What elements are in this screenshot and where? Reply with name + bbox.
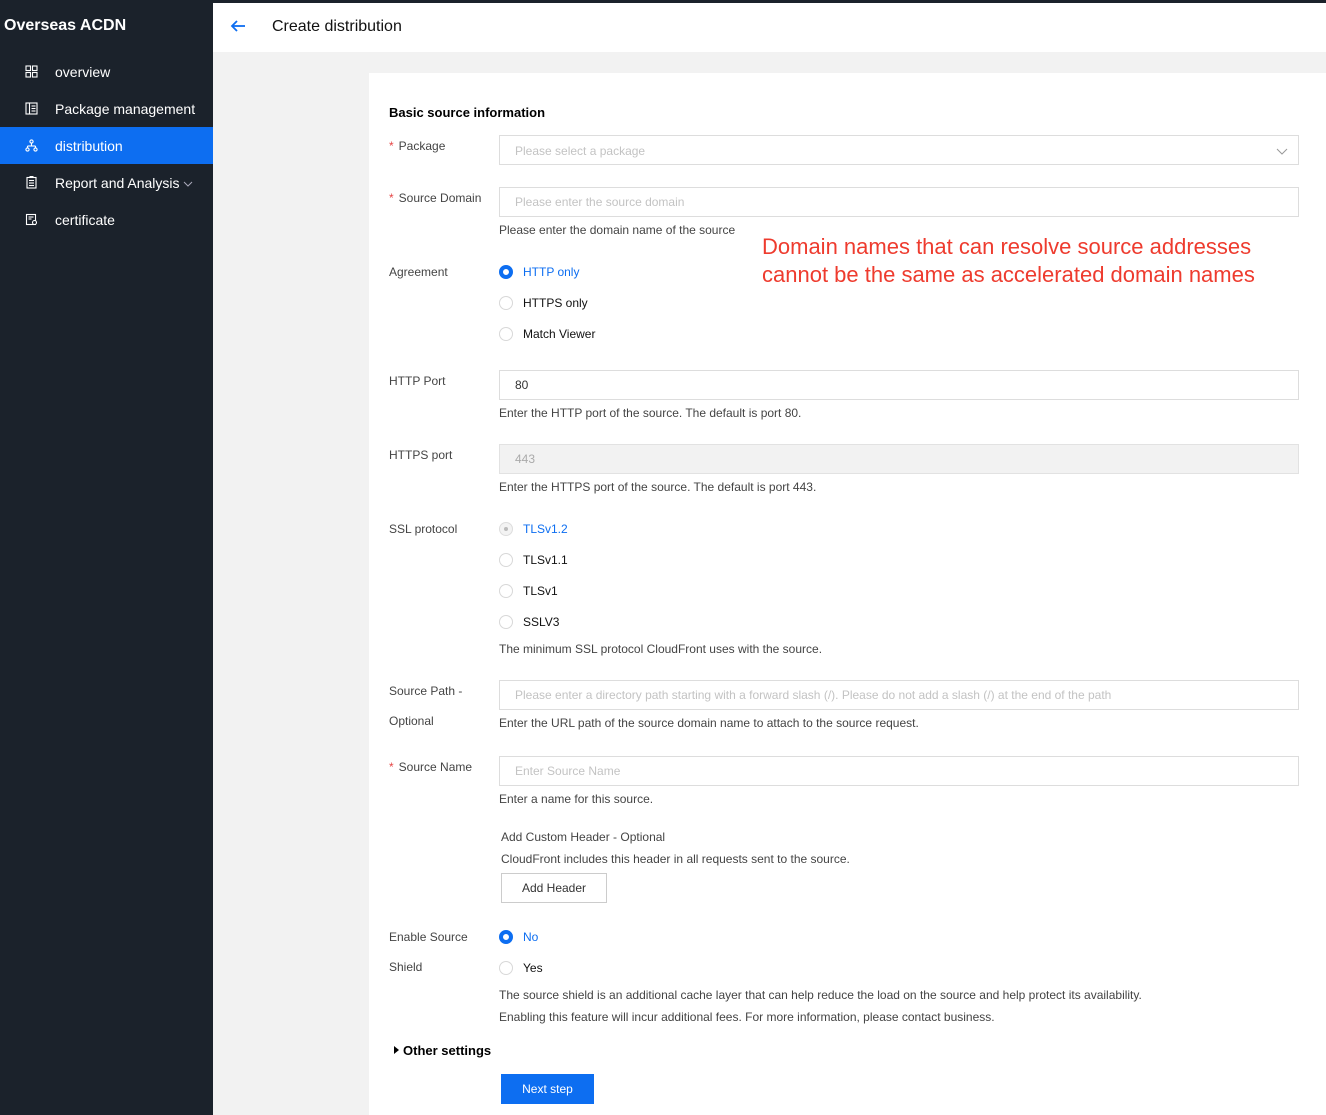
source-name-label: * Source Name [389,760,473,774]
source-shield-hint: The source shield is an additional cache… [499,988,1142,1002]
agreement-label: Agreement [389,265,448,279]
https-port-label: HTTPS port [389,448,453,462]
ssl-radio-tlsv1-1[interactable]: TLSv1.1 [499,553,568,567]
ssl-protocol-label: SSL protocol [389,522,458,536]
ssl-radio-tlsv1-2[interactable]: TLSv1.2 [499,522,568,536]
sidebar-item-overview[interactable]: overview [0,53,213,90]
add-header-button[interactable]: Add Header [501,873,607,903]
distribution-icon [25,139,38,152]
http-port-hint: Enter the HTTP port of the source. The d… [499,406,802,420]
https-port-hint: Enter the HTTPS port of the source. The … [499,480,817,494]
radio-dot [499,930,513,944]
sidebar-item-label: certificate [55,211,115,228]
agreement-radio-match-viewer[interactable]: Match Viewer [499,327,595,341]
http-port-input[interactable] [499,370,1299,400]
agreement-radio-http-only[interactable]: HTTP only [499,265,579,279]
source-domain-label: * Source Domain [389,191,482,205]
source-path-label-optional: Optional [389,714,434,728]
page-title: Create distribution [272,18,402,35]
source-shield-label-line2: Shield [389,960,423,974]
required-mark: * [389,760,394,774]
radio-dot [499,553,513,567]
grid-icon [25,65,38,78]
radio-dot [499,265,513,279]
section-title: Basic source information [389,105,546,120]
package-label: * Package [389,139,446,153]
annotation-note: Domain names that can resolve source add… [762,233,1255,289]
annotation-line: cannot be the same as accelerated domain… [762,262,1255,287]
custom-header-title: Add Custom Header - Optional [501,830,666,844]
source-name-input[interactable] [499,756,1299,786]
next-step-button[interactable]: Next step [501,1074,594,1104]
radio-dot [499,296,513,310]
radio-dot [499,327,513,341]
source-domain-input[interactable] [499,187,1299,217]
ssl-protocol-hint: The minimum SSL protocol CloudFront uses… [499,642,823,656]
sidebar: Overseas ACDN overview Package managemen… [0,0,213,1115]
source-shield-hint-fees: Enabling this feature will incur additio… [499,1010,995,1024]
radio-dot [499,584,513,598]
sidebar-nav: overview Package management distribution… [0,53,213,238]
chevron-down-icon [183,179,193,189]
sidebar-item-label: Report and Analysis [55,174,180,191]
required-mark: * [389,139,394,153]
source-shield-label: Enable Source [389,930,468,944]
https-port-input [499,444,1299,474]
sidebar-item-label: Package management [55,100,196,117]
sidebar-item-certificate[interactable]: certificate [0,201,213,238]
source-name-hint: Enter a name for this source. [499,792,654,806]
other-settings-toggle[interactable]: Other settings [394,1043,491,1058]
brand-title: Overseas ACDN [4,17,127,34]
page-header: Create distribution [213,3,1326,52]
radio-dot [499,522,513,536]
ssl-radio-tlsv1[interactable]: TLSv1 [499,584,558,598]
certificate-icon [25,213,38,226]
sidebar-item-report-and-analysis[interactable]: Report and Analysis [0,164,213,201]
custom-header-hint: CloudFront includes this header in all r… [501,852,850,866]
agreement-radio-https-only[interactable]: HTTPS only [499,296,588,310]
http-port-label: HTTP Port [389,374,446,388]
package-select-placeholder: Please select a package [515,144,646,158]
package-select[interactable]: Please select a package [499,135,1299,165]
source-shield-radio-no[interactable]: No [499,930,538,944]
report-icon [25,176,38,189]
package-icon [25,102,38,115]
caret-right-icon [394,1046,399,1054]
radio-dot [499,615,513,629]
radio-dot [499,961,513,975]
annotation-line: Domain names that can resolve source add… [762,234,1252,259]
sidebar-item-label: overview [55,63,111,80]
source-path-label: Source Path - [389,684,463,698]
sidebar-item-label: distribution [55,137,123,154]
source-shield-radio-yes[interactable]: Yes [499,961,543,975]
chevron-down-icon [1276,145,1288,157]
form-panel: Basic source information * Package Please… [369,73,1326,1115]
back-arrow-icon[interactable] [229,17,247,35]
source-domain-hint: Please enter the domain name of the sour… [499,223,736,237]
source-path-input[interactable] [499,680,1299,710]
source-path-hint: Enter the URL path of the source domain … [499,716,919,730]
ssl-radio-sslv3[interactable]: SSLV3 [499,615,559,629]
sidebar-item-distribution[interactable]: distribution [0,127,213,164]
sidebar-item-package-management[interactable]: Package management [0,90,213,127]
required-mark: * [389,191,394,205]
